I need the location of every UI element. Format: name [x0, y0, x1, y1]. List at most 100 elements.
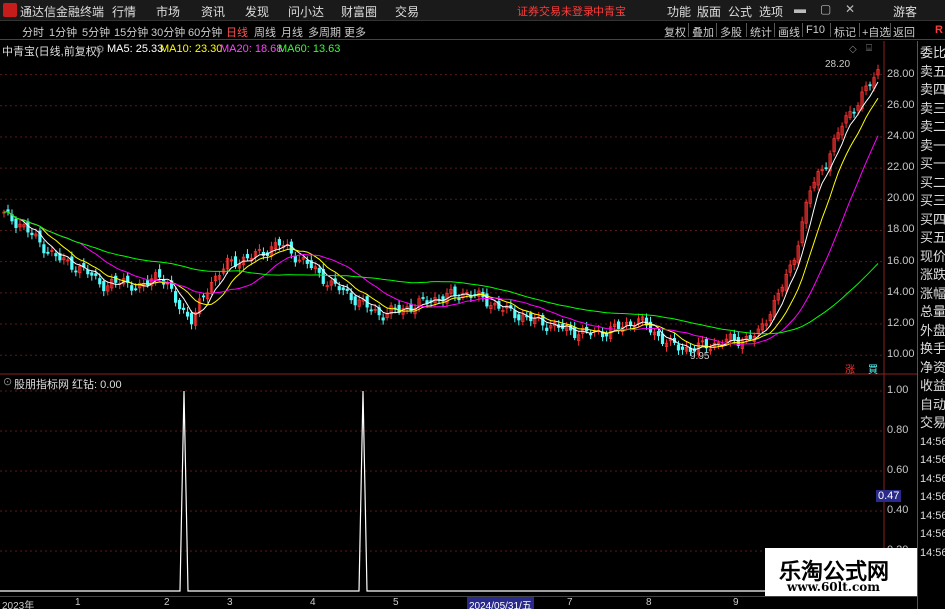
period-more[interactable]: 更多	[344, 24, 366, 40]
divider	[859, 23, 860, 37]
period-toolbar: 分时 1分钟 5分钟 15分钟 30分钟 60分钟 日线 周线 月线 多周期 更…	[0, 21, 945, 40]
candle-body	[305, 260, 309, 264]
indicator-axis-label: 0.40	[887, 504, 909, 516]
divider	[890, 23, 891, 37]
user-label[interactable]: 游客	[893, 3, 917, 20]
date-month-1: 1	[75, 597, 81, 608]
period-weekly[interactable]: 周线	[254, 24, 276, 40]
side-panel-row: 委比	[920, 45, 945, 60]
date-month-8: 8	[646, 597, 652, 608]
price-axis-label: 14.00	[887, 285, 915, 298]
menu-caifuquan[interactable]: 财富圈	[341, 3, 377, 20]
menu-gongshi[interactable]: 公式	[728, 3, 752, 20]
candle-body	[130, 285, 134, 291]
side-panel-row: 14:56	[920, 509, 945, 522]
price-axis-label: 10.00	[887, 348, 915, 361]
candle-body	[317, 267, 321, 273]
side-panel-row: 卖三	[920, 100, 945, 116]
candle-body	[676, 344, 681, 351]
tool-tongji[interactable]: 统计	[750, 24, 772, 40]
side-panel-row: 买五	[920, 230, 945, 245]
indicator-settings-icon[interactable]: ⊙	[3, 375, 12, 388]
period-daily[interactable]: 日线	[226, 24, 248, 40]
close-icon[interactable]: ✕	[845, 2, 855, 16]
menu-faxian[interactable]: 发现	[245, 3, 269, 20]
candle-body	[421, 297, 425, 299]
date-month-3: 3	[227, 597, 233, 608]
tool-huaxian[interactable]: 画线	[778, 24, 800, 40]
side-panel-row: 收益	[920, 378, 945, 393]
side-panel-row: 14:56	[920, 472, 945, 485]
candle-body	[201, 295, 206, 298]
candle-body	[181, 307, 186, 310]
period-1min[interactable]: 1分钟	[49, 24, 77, 40]
indicator-axis-label: 0.60	[887, 464, 909, 476]
menu-gongneng[interactable]: 功能	[667, 3, 691, 20]
ma20-line	[3, 135, 879, 345]
period-multi[interactable]: 多周期	[308, 24, 341, 40]
side-panel-row: 卖二	[920, 119, 945, 134]
ma10-line	[3, 97, 879, 348]
side-panel-row: 涨跌	[920, 267, 945, 282]
restore-icon[interactable]: ▢	[820, 2, 831, 16]
login-status[interactable]: 证券交易未登录	[517, 3, 594, 19]
candle-body	[114, 275, 118, 283]
side-panel-row: 14:56	[920, 491, 945, 503]
tool-fuquan[interactable]: 复权	[664, 24, 686, 40]
candle-body	[54, 253, 58, 257]
side-panel-row: 卖四	[920, 82, 945, 97]
candle-body	[341, 287, 345, 291]
period-5min[interactable]: 5分钟	[82, 24, 110, 40]
side-panel-row: 买三	[920, 193, 945, 208]
diamond-icon: ◇	[849, 44, 857, 55]
menu-hangqing[interactable]: 行情	[112, 3, 136, 20]
menu-zixun[interactable]: 资讯	[201, 3, 225, 20]
candle-body	[245, 254, 250, 259]
date-month-9: 9	[733, 597, 739, 608]
tool-f10[interactable]: F10	[806, 24, 825, 36]
period-fenshi[interactable]: 分时	[22, 24, 44, 40]
candle-body	[824, 167, 828, 170]
date-year-label: 2023年	[2, 601, 35, 609]
tool-diejia[interactable]: 叠加	[692, 24, 714, 40]
high-price-label: 28.20	[825, 59, 851, 70]
minimize-icon[interactable]: ▬	[794, 2, 806, 16]
indicator-cursor-value: 0.47	[876, 490, 902, 502]
date-month-7: 7	[567, 597, 573, 608]
menu-jiaoyi[interactable]: 交易	[395, 3, 419, 20]
candle-body	[6, 209, 10, 212]
watermark: 乐淘公式网 www.60lt.com	[765, 548, 917, 596]
indicator-axis-label: 1.00	[887, 384, 909, 396]
candle-body	[628, 321, 633, 326]
menu-wenxiaoda[interactable]: 问小达	[288, 3, 324, 20]
tool-back[interactable]: 返回	[893, 24, 915, 40]
side-panel-row: 交易	[920, 415, 945, 430]
hongzuan-indicator-line	[0, 390, 884, 592]
side-panel-row: 总量	[920, 304, 945, 319]
tool-add-favorite[interactable]: +自选	[862, 24, 890, 40]
candle-body	[86, 269, 90, 275]
tool-duogu[interactable]: 多股	[720, 24, 742, 40]
price-chart[interactable]	[0, 41, 917, 596]
period-30min[interactable]: 30分钟	[151, 24, 185, 40]
date-month-5: 5	[393, 597, 399, 608]
expand-icon[interactable]: ⌸	[866, 43, 872, 54]
candle-body	[70, 256, 74, 270]
side-panel-row: 自动	[920, 396, 945, 412]
period-60min[interactable]: 60分钟	[188, 24, 222, 40]
candle-body	[102, 280, 106, 292]
tool-biaoji[interactable]: 标记	[834, 24, 856, 40]
side-panel-row: 买二	[920, 174, 945, 190]
candle-body	[680, 346, 685, 350]
period-monthly[interactable]: 月线	[281, 24, 303, 40]
app-title: 通达信金融终端	[20, 5, 105, 19]
divider	[802, 23, 803, 37]
menu-shichang[interactable]: 市场	[156, 3, 180, 20]
menu-xuanxiang[interactable]: 选项	[759, 3, 783, 20]
divider	[716, 23, 717, 37]
candle-body	[174, 291, 178, 303]
menu-banmian[interactable]: 版面	[697, 3, 721, 20]
period-15min[interactable]: 15分钟	[114, 24, 148, 40]
down-badge: 買	[868, 365, 878, 376]
side-panel-row: 现价	[920, 248, 945, 264]
